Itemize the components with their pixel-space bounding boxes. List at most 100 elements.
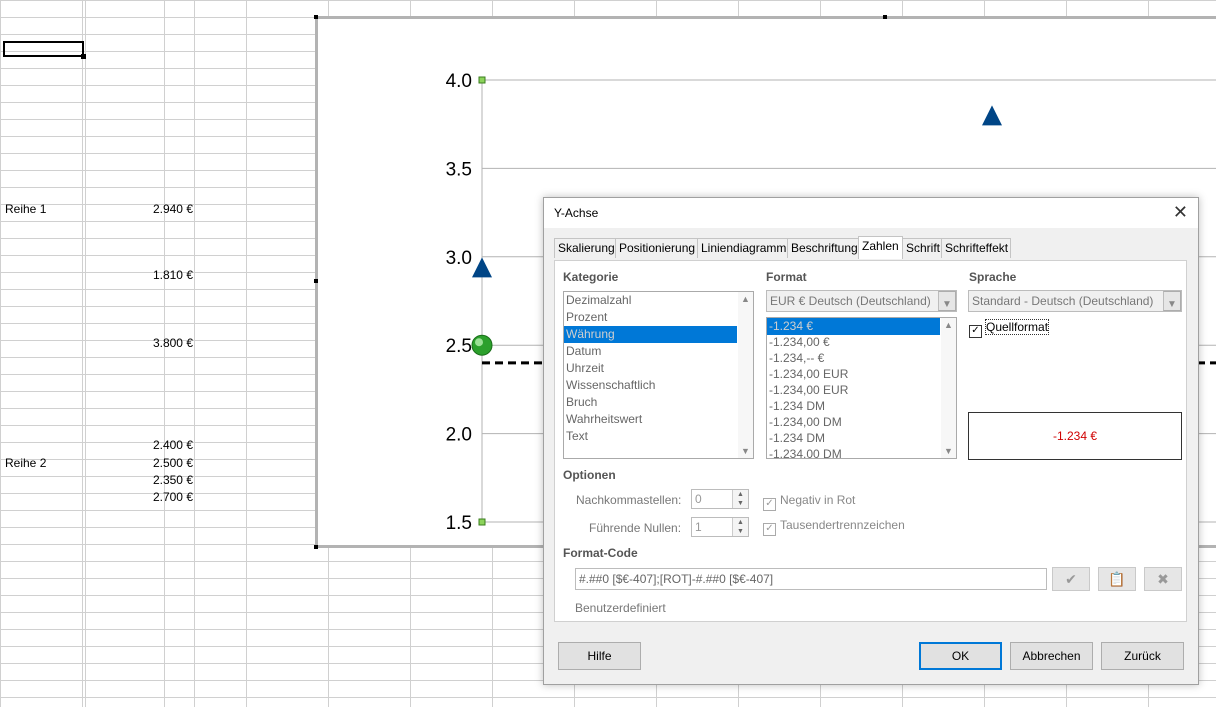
list-item[interactable]: -1.234,00 DM (767, 446, 956, 458)
cell-value[interactable]: 2.350 € (93, 473, 193, 487)
currency-select[interactable]: EUR € Deutsch (Deutschland) ▼ (766, 290, 957, 312)
selection-handle[interactable] (883, 15, 887, 19)
chevron-down-icon[interactable]: ▼ (938, 291, 956, 311)
tab-liniendiagramm[interactable]: Liniendiagramm (697, 238, 788, 258)
list-item[interactable]: -1.234,00 EUR (767, 366, 956, 383)
data-point-highlight (475, 338, 483, 347)
language-select[interactable]: Standard - Deutsch (Deutschland) ▼ (968, 290, 1182, 312)
quellformat-checkbox[interactable]: ✓ Quellformat (969, 319, 1050, 338)
currency-select-value: EUR € Deutsch (Deutschland) (770, 294, 931, 308)
cell-label[interactable]: Reihe 1 (5, 202, 46, 216)
format-header: Format (766, 270, 807, 284)
selection-handle[interactable] (314, 15, 318, 19)
data-point-triangle (982, 105, 1002, 126)
optionen-header: Optionen (563, 468, 616, 482)
list-item-selected[interactable]: Währung (564, 326, 737, 343)
list-item[interactable]: -1.234,00 € (767, 334, 956, 351)
list-item[interactable]: Wissenschaftlich (564, 377, 753, 394)
column-divider (85, 0, 86, 707)
abbrechen-button[interactable]: Abbrechen (1010, 642, 1093, 670)
format-list[interactable]: -1.234 € -1.234,00 € -1.234,-- € -1.234,… (766, 317, 957, 459)
accept-code-button[interactable]: ✔ (1052, 567, 1090, 591)
chevron-up-icon[interactable]: ▲ (944, 320, 953, 330)
ok-button[interactable]: OK (919, 642, 1002, 670)
hilfe-button[interactable]: Hilfe (558, 642, 641, 670)
tab-skalierung[interactable]: Skalierung (554, 238, 616, 258)
nachkommastellen-stepper[interactable]: 0 ▲ ▼ (691, 489, 749, 509)
y-tick-label: 4.0 (446, 71, 472, 92)
tausender-checkbox[interactable]: ✓ Tausendertrennzeichen (763, 518, 905, 536)
dialog-titlebar[interactable]: Y-Achse ✕ (544, 198, 1198, 228)
axis-handle (478, 76, 486, 84)
add-comment-button[interactable]: 📋 (1098, 567, 1136, 591)
fill-handle[interactable] (81, 54, 86, 59)
nachkommastellen-value: 0 (695, 492, 702, 506)
list-item[interactable]: Prozent (564, 309, 753, 326)
checkmark-icon[interactable]: ✓ (969, 325, 982, 338)
list-item[interactable]: Uhrzeit (564, 360, 753, 377)
nachkommastellen-label: Nachkommastellen: (576, 493, 682, 507)
list-item-selected[interactable]: -1.234 € (767, 318, 940, 335)
spin-arrows-icon[interactable]: ▲ ▼ (732, 518, 748, 536)
cell-value[interactable]: 2.940 € (93, 202, 193, 216)
language-select-value: Standard - Deutsch (Deutschland) (972, 294, 1154, 308)
y-tick-label: 3.5 (446, 159, 472, 180)
cell-value[interactable]: 2.400 € (93, 438, 193, 452)
fuehrende-nullen-label: Führende Nullen: (589, 521, 682, 535)
cell-label[interactable]: Reihe 2 (5, 456, 46, 470)
scrollbar[interactable]: ▲ ▼ (941, 318, 956, 458)
tab-positionierung[interactable]: Positionierung (615, 238, 698, 258)
chevron-down-icon[interactable]: ▼ (1163, 291, 1181, 311)
format-preview: -1.234 € (968, 412, 1182, 460)
tab-schrift[interactable]: Schrift (902, 238, 942, 258)
tab-schrifteffekt[interactable]: Schrifteffekt (941, 238, 1011, 258)
data-point-triangle (472, 257, 492, 278)
tab-zahlen[interactable]: Zahlen (858, 236, 903, 259)
chevron-down-icon[interactable]: ▼ (741, 446, 750, 456)
delete-code-button[interactable]: ✖ (1144, 567, 1182, 591)
cell-cursor[interactable] (3, 41, 86, 59)
checkmark-icon[interactable]: ✓ (763, 523, 776, 536)
zurueck-button[interactable]: Zurück (1101, 642, 1184, 670)
cell-value[interactable]: 2.700 € (93, 490, 193, 504)
spin-arrows-icon[interactable]: ▲ ▼ (732, 490, 748, 508)
delete-icon: ✖ (1157, 571, 1169, 587)
y-tick-label: 1.5 (446, 513, 472, 534)
cell-value[interactable]: 2.500 € (93, 456, 193, 470)
zahlen-panel: Kategorie Dezimalzahl Prozent Währung Da… (554, 260, 1187, 622)
column-divider (194, 0, 195, 707)
fuehrende-nullen-value: 1 (695, 520, 702, 534)
list-item[interactable]: Text (564, 428, 753, 445)
scrollbar[interactable]: ▲ ▼ (738, 292, 753, 458)
chevron-down-icon[interactable]: ▼ (944, 446, 953, 456)
selection-handle[interactable] (314, 545, 318, 549)
selection-handle[interactable] (314, 279, 318, 283)
list-item[interactable]: Dezimalzahl (564, 292, 753, 309)
close-icon[interactable]: ✕ (1173, 202, 1188, 223)
fuehrende-nullen-stepper[interactable]: 1 ▲ ▼ (691, 517, 749, 537)
kategorie-header: Kategorie (563, 270, 619, 284)
list-item[interactable]: Bruch (564, 394, 753, 411)
tausender-label: Tausendertrennzeichen (780, 518, 905, 532)
sprache-header: Sprache (969, 270, 1017, 284)
y-tick-label: 2.0 (446, 425, 472, 446)
chevron-up-icon[interactable]: ▲ (741, 294, 750, 304)
list-item[interactable]: -1.234 DM (767, 398, 956, 415)
cell-value[interactable]: 1.810 € (93, 268, 193, 282)
list-item[interactable]: -1.234,-- € (767, 350, 956, 367)
tab-beschriftung[interactable]: Beschriftung (787, 238, 859, 258)
cell-value[interactable]: 3.800 € (93, 336, 193, 350)
kategorie-list[interactable]: Dezimalzahl Prozent Währung Datum Uhrzei… (563, 291, 754, 459)
format-code-header: Format-Code (563, 546, 638, 560)
checkmark-icon[interactable]: ✓ (763, 498, 776, 511)
y-axis-dialog[interactable]: Y-Achse ✕ Skalierung Positionierung Lini… (543, 197, 1199, 685)
list-item[interactable]: Datum (564, 343, 753, 360)
list-item[interactable]: -1.234,00 DM (767, 414, 956, 431)
list-item[interactable]: -1.234,00 EUR (767, 382, 956, 399)
negativ-rot-checkbox[interactable]: ✓ Negativ in Rot (763, 493, 855, 511)
checkmark-icon: ✔ (1065, 571, 1077, 587)
format-code-input[interactable]: #.##0 [$€-407];[ROT]-#.##0 [$€-407] (575, 568, 1047, 590)
list-item[interactable]: -1.234 DM (767, 430, 956, 447)
axis-handle (478, 518, 486, 526)
list-item[interactable]: Wahrheitswert (564, 411, 753, 428)
